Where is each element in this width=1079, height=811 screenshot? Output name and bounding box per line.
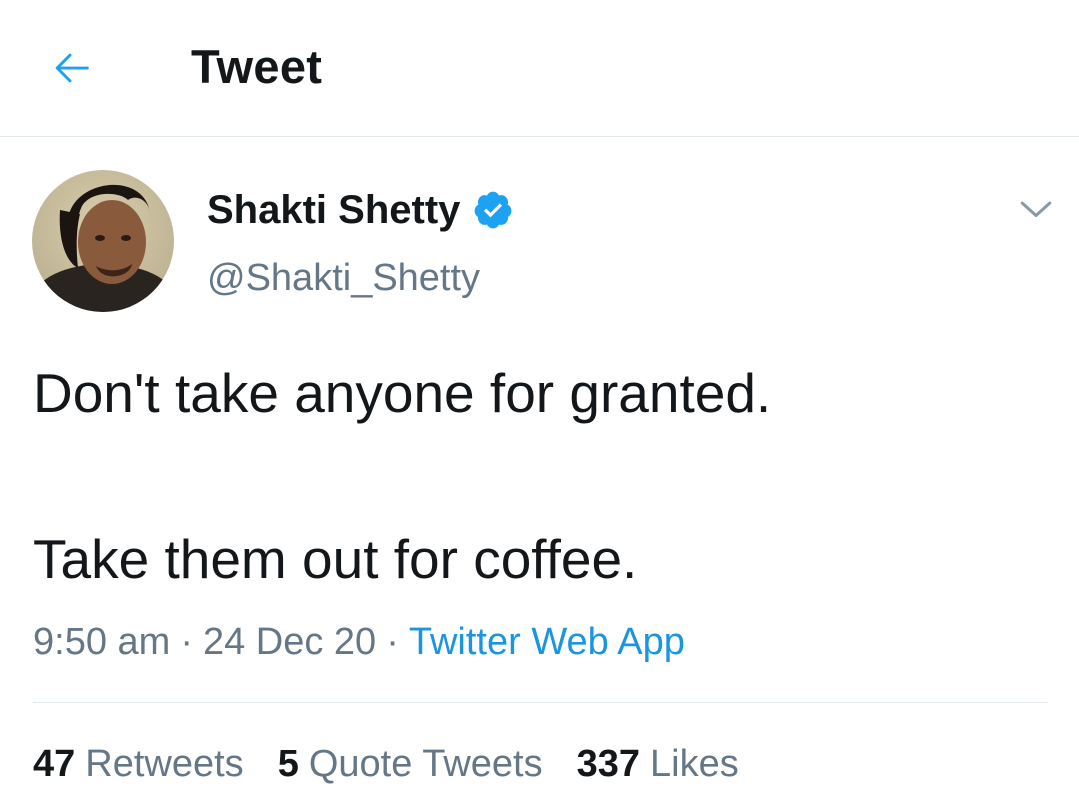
retweets-label: Retweets [85,743,244,785]
tweet-date[interactable]: 24 Dec 20 [203,621,376,663]
quote-tweets-label: Quote Tweets [308,743,543,785]
tweet-source-link[interactable]: Twitter Web App [409,621,685,663]
meta-separator: · [386,621,399,663]
tweet-time[interactable]: 9:50 am [33,621,170,663]
tweet-text-line-2: Take them out for coffee. [33,528,638,590]
verified-badge-icon [472,189,514,231]
author-handle[interactable]: @Shakti_Shetty [207,252,480,304]
likes-label: Likes [650,743,739,785]
chevron-down-icon [1020,201,1052,218]
tweet-stats: 47 Retweets 5 Quote Tweets 337 Likes [33,738,773,790]
author-display-name[interactable]: Shakti Shetty [207,188,460,233]
profile-photo [32,170,174,312]
top-bar: Tweet [0,0,1079,137]
page-title: Tweet [191,40,323,93]
retweets-count: 47 [33,743,76,785]
tweet-menu-button[interactable] [1012,192,1060,228]
likes-count: 337 [576,743,641,785]
tweet-meta: 9:50 am · 24 Dec 20 · Twitter Web App [33,616,685,668]
divider [33,702,1048,703]
author-name-row: Shakti Shetty [207,184,514,236]
meta-separator: · [180,621,193,663]
likes-stat[interactable]: 337 Likes [577,738,739,790]
avatar[interactable] [32,170,174,312]
back-button[interactable] [44,40,100,96]
arrow-left-icon [55,53,89,83]
quote-tweets-stat[interactable]: 5 Quote Tweets [278,738,543,790]
retweets-stat[interactable]: 47 Retweets [33,738,244,790]
tweet-text-line-1: Don't take anyone for granted. [33,362,772,424]
quote-tweets-count: 5 [277,743,299,785]
